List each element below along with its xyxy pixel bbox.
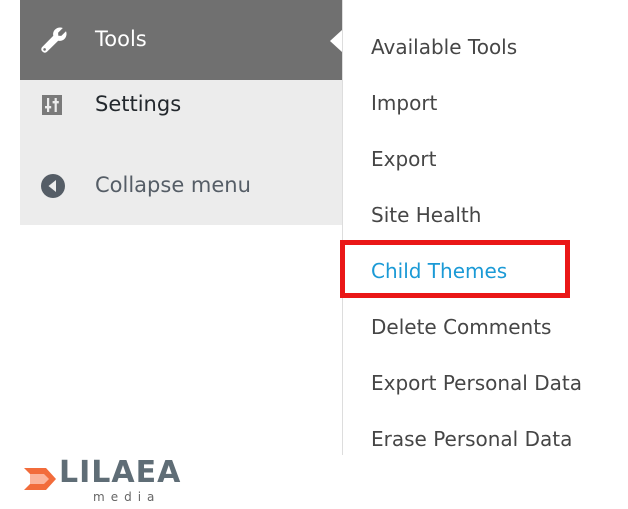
tools-submenu: Available Tools Import Export Site Healt…	[342, 0, 628, 455]
sidebar-item-settings[interactable]: Settings	[20, 80, 342, 135]
highlight-box	[340, 240, 570, 298]
submenu-item-erase-personal-data[interactable]: Erase Personal Data	[371, 427, 572, 451]
sidebar-item-settings-label: Settings	[95, 92, 182, 116]
collapse-menu-label: Collapse menu	[95, 173, 251, 197]
admin-sidebar: Tools Settings Collapse menu	[20, 0, 342, 225]
active-menu-pointer	[330, 30, 342, 52]
collapse-menu-button[interactable]: Collapse menu	[20, 135, 342, 225]
submenu-item-export-personal-data[interactable]: Export Personal Data	[371, 371, 582, 395]
submenu-item-delete-comments[interactable]: Delete Comments	[371, 315, 551, 339]
sidebar-item-tools-label: Tools	[95, 27, 147, 51]
submenu-item-site-health[interactable]: Site Health	[371, 203, 481, 227]
sidebar-item-tools[interactable]: Tools	[20, 0, 342, 80]
sliders-icon	[40, 93, 64, 121]
wrench-icon	[40, 26, 70, 60]
submenu-item-available-tools[interactable]: Available Tools	[371, 35, 517, 59]
logo-name: LILAEA	[59, 455, 182, 490]
logo-subtitle: media	[93, 490, 161, 504]
collapse-arrow-icon	[40, 173, 66, 203]
submenu-item-import[interactable]: Import	[371, 91, 437, 115]
submenu-item-export[interactable]: Export	[371, 147, 436, 171]
